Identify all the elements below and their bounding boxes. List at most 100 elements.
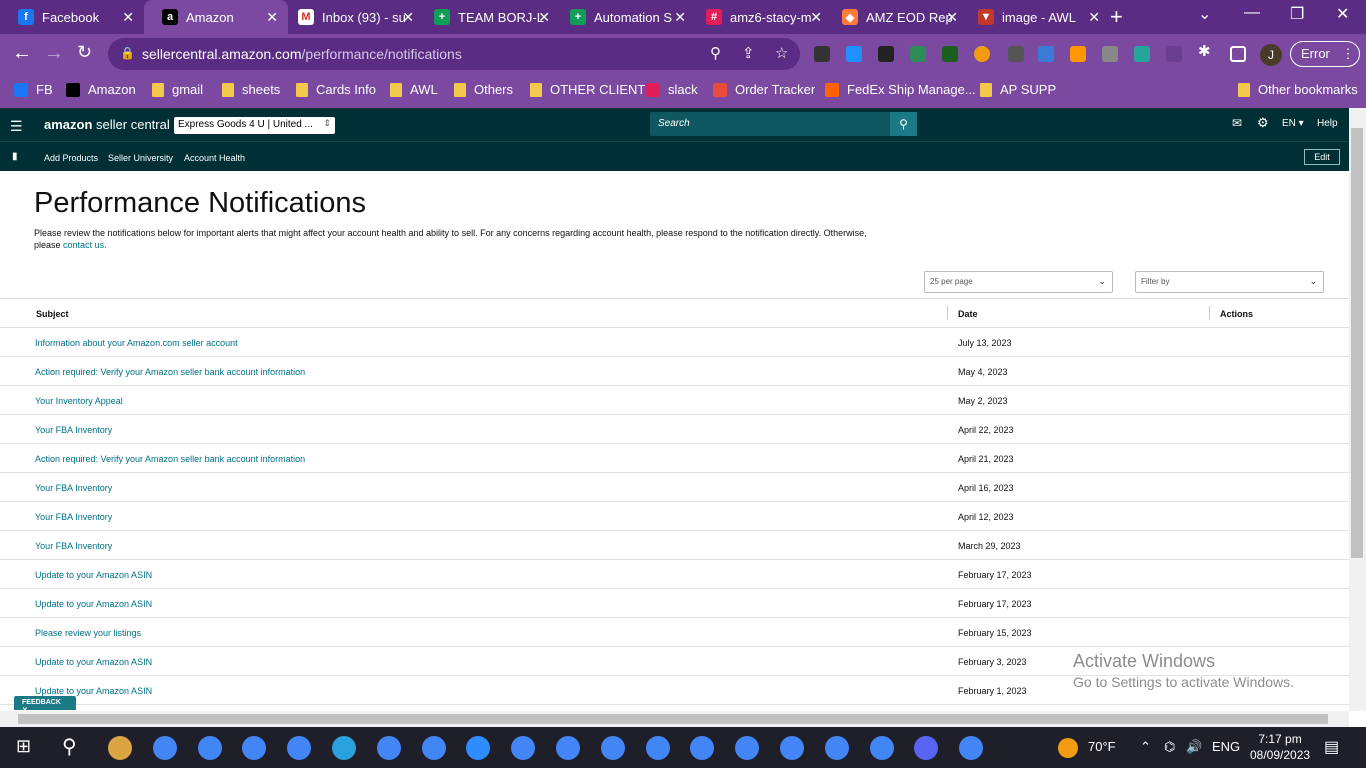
avatar[interactable]: J	[1260, 44, 1282, 66]
extension-icon[interactable]	[846, 46, 862, 62]
close-tab-icon[interactable]: ✕	[266, 9, 278, 26]
taskbar-app-icon[interactable]	[600, 736, 625, 760]
bookmark-item[interactable]: AP SUPP	[980, 82, 1056, 97]
error-button[interactable]: Error ⋮	[1290, 41, 1360, 67]
bookmark-item[interactable]: Order Tracker	[713, 82, 815, 97]
extension-icon[interactable]	[910, 46, 926, 62]
taskbar-app-icon[interactable]	[645, 736, 670, 760]
edit-button[interactable]: Edit	[1304, 149, 1340, 165]
notification-subject-link[interactable]: Action required: Verify your Amazon sell…	[35, 367, 305, 377]
os-extension-icon[interactable]	[1038, 46, 1054, 62]
close-tab-icon[interactable]: ✕	[538, 9, 550, 26]
taskbar-app-icon[interactable]	[152, 736, 177, 760]
tray-chevron-icon[interactable]: ⌃	[1140, 739, 1151, 755]
extension-icon[interactable]	[1134, 46, 1150, 62]
tab-4[interactable]: + Automation S ✕	[552, 0, 696, 34]
notification-subject-link[interactable]: Update to your Amazon ASIN	[35, 599, 152, 609]
subnav-account-health[interactable]: Account Health	[184, 153, 245, 163]
puzzle-extensions-icon[interactable]: ✱	[1198, 42, 1214, 60]
zoom-icon[interactable]: ⚲	[710, 44, 721, 62]
extension-icon[interactable]	[1166, 46, 1182, 62]
scroll-thumb[interactable]	[1351, 128, 1363, 558]
taskbar-app-icon[interactable]	[376, 736, 401, 760]
coupon-extension-icon[interactable]	[1008, 46, 1024, 62]
tab-search-icon[interactable]: ⌄	[1198, 4, 1211, 24]
close-tab-icon[interactable]: ✕	[1088, 9, 1100, 26]
bookmark-item[interactable]: FedEx Ship Manage...	[825, 82, 976, 97]
bookmark-item[interactable]: Others	[454, 82, 513, 97]
taskbar-app-icon[interactable]	[332, 736, 356, 760]
taskbar-app-icon[interactable]	[197, 736, 222, 760]
close-tab-icon[interactable]: ✕	[946, 9, 958, 26]
bookmark-item[interactable]: FB	[14, 82, 53, 97]
close-tab-icon[interactable]: ✕	[674, 9, 686, 26]
help-link[interactable]: Help	[1317, 118, 1338, 129]
seller-central-logo[interactable]: amazon seller central	[44, 117, 170, 132]
notification-subject-link[interactable]: Update to your Amazon ASIN	[35, 657, 152, 667]
minimize-icon[interactable]: —	[1244, 4, 1260, 22]
bookmark-item[interactable]: OTHER CLIENT	[530, 82, 645, 97]
input-language[interactable]: ENG	[1212, 739, 1240, 754]
tab-0[interactable]: f Facebook ✕	[0, 0, 144, 34]
tab-2[interactable]: M Inbox (93) - su ✕	[280, 0, 424, 34]
bookmark-item[interactable]: Amazon	[66, 82, 136, 97]
taskbar-app-icon[interactable]	[511, 736, 536, 760]
share-icon[interactable]: ⇪	[742, 44, 755, 62]
filter-select[interactable]: Filter by ⌄	[1135, 271, 1324, 293]
notification-subject-link[interactable]: Update to your Amazon ASIN	[35, 686, 152, 696]
bookmark-star-icon[interactable]: ☆	[775, 44, 788, 62]
chart-extension-icon[interactable]	[1070, 46, 1086, 62]
volume-icon[interactable]: 🔊	[1186, 739, 1202, 755]
taskbar-app-icon[interactable]	[421, 736, 446, 760]
notification-subject-link[interactable]: Please review your listings	[35, 628, 141, 638]
taskbar-app-icon[interactable]	[556, 736, 580, 760]
taskbar-app-icon[interactable]	[735, 736, 760, 760]
taskbar-app-icon[interactable]	[780, 736, 804, 760]
notification-subject-link[interactable]: Your FBA Inventory	[35, 425, 112, 435]
new-tab-icon[interactable]: +	[1110, 4, 1123, 30]
tab-1[interactable]: a Amazon ✕	[144, 0, 288, 34]
weather-temp[interactable]: 70°F	[1088, 739, 1116, 754]
contact-us-link[interactable]: contact us.	[63, 240, 107, 250]
forward-icon[interactable]: →	[44, 42, 64, 65]
camera-extension-icon[interactable]	[878, 46, 894, 62]
notification-subject-link[interactable]: Action required: Verify your Amazon sell…	[35, 454, 305, 464]
weather-icon[interactable]	[1058, 738, 1078, 758]
taskbar-app-icon[interactable]	[466, 736, 491, 760]
tab-7[interactable]: ▼ image - AWL ✕	[960, 0, 1110, 34]
network-icon[interactable]: ⌬	[1164, 739, 1175, 755]
search-icon[interactable]: ⚲	[62, 734, 77, 759]
url-bar[interactable]: 🔒 sellercentral.amazon.com/performance/n…	[108, 38, 800, 70]
taskbar-app-icon[interactable]	[869, 736, 894, 760]
reload-icon[interactable]: ↻	[77, 42, 92, 63]
notifications-icon[interactable]: ▤	[1324, 737, 1339, 757]
windows-start-icon[interactable]: ⊞	[16, 736, 31, 757]
taskbar-app-icon[interactable]	[108, 736, 132, 760]
column-subject[interactable]: Subject	[36, 309, 69, 319]
notification-subject-link[interactable]: Your FBA Inventory	[35, 512, 112, 522]
vertical-scrollbar[interactable]	[1349, 108, 1366, 711]
notification-subject-link[interactable]: Information about your Amazon.com seller…	[35, 338, 238, 348]
subnav-seller-university[interactable]: Seller University	[108, 153, 173, 163]
close-window-icon[interactable]: ✕	[1336, 4, 1349, 24]
notification-subject-link[interactable]: Your Inventory Appeal	[35, 396, 123, 406]
hamburger-menu-icon[interactable]: ☰	[10, 118, 23, 135]
notification-subject-link[interactable]: Your FBA Inventory	[35, 541, 112, 551]
clock[interactable]: 7:17 pm 08/09/2023	[1250, 731, 1310, 763]
taskbar-app-icon[interactable]	[287, 736, 312, 760]
restore-icon[interactable]: ❐	[1290, 4, 1304, 24]
bookmark-item[interactable]: AWL	[390, 82, 438, 97]
taskbar-app-icon[interactable]	[914, 736, 939, 760]
close-tab-icon[interactable]: ✕	[402, 9, 414, 26]
scroll-thumb[interactable]	[18, 714, 1328, 724]
column-date[interactable]: Date	[958, 309, 978, 319]
taskbar-app-icon[interactable]	[242, 736, 267, 760]
bookmark-item[interactable]: gmail	[152, 82, 203, 97]
taskbar-app-icon[interactable]	[959, 736, 984, 760]
subnav-add-products[interactable]: Add Products	[44, 153, 98, 163]
feedback-button[interactable]: FEEDBACK ✕	[14, 696, 76, 714]
extension-icon[interactable]	[814, 46, 830, 62]
tab-3[interactable]: + TEAM BORJ-L ✕	[416, 0, 560, 34]
extension-icon[interactable]	[974, 46, 990, 62]
taskbar-app-icon[interactable]	[690, 736, 715, 760]
